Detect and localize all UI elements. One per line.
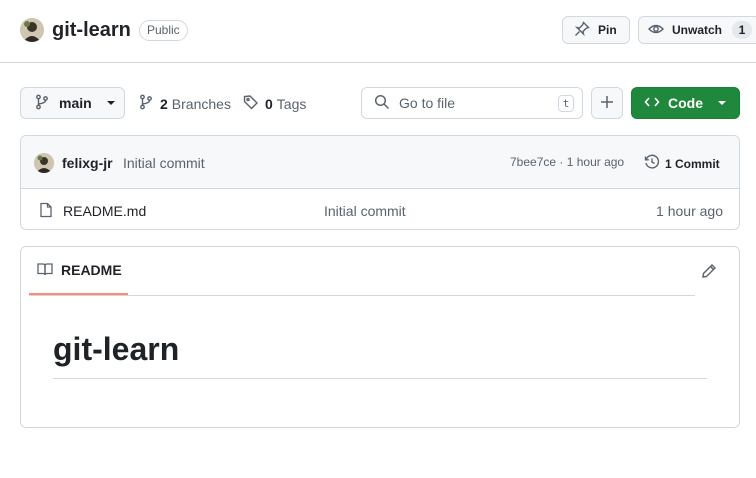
file-icon <box>38 202 54 221</box>
file-table: felixg-jr Initial commit 7bee7ce · 1 hou… <box>20 135 740 230</box>
add-file-button[interactable] <box>591 87 623 119</box>
commits-link[interactable]: 1 Commit <box>644 154 720 173</box>
chevron-down-icon <box>106 95 116 111</box>
watch-button[interactable]: Unwatch 1 <box>638 16 756 44</box>
keyboard-shortcut-hint: t <box>558 95 574 112</box>
watch-count: 1 <box>732 21 753 39</box>
tags-count: 0 <box>265 95 273 112</box>
heading-rule <box>53 378 707 379</box>
go-to-file-input[interactable]: Go to file t <box>361 87 583 119</box>
repo-header: git-learn Public Pin Unwatch 1 <box>0 0 756 63</box>
branches-link[interactable]: 2 Branches <box>138 94 231 113</box>
commit-message[interactable]: Initial commit <box>123 155 205 171</box>
readme-tab-label: README <box>61 262 122 278</box>
commit-author[interactable]: felixg-jr <box>62 155 113 171</box>
history-icon <box>644 154 660 173</box>
code-label: Code <box>668 95 703 111</box>
commit-count-label: 1 Commit <box>665 156 720 171</box>
file-name[interactable]: README.md <box>63 203 146 219</box>
tab-readme[interactable]: README <box>29 247 128 295</box>
code-icon <box>644 94 660 113</box>
tags-link[interactable]: 0 Tags <box>243 94 306 113</box>
latest-commit-bar: felixg-jr Initial commit 7bee7ce · 1 hou… <box>21 136 739 189</box>
watch-label: Unwatch <box>672 23 723 37</box>
branch-selector[interactable]: main <box>20 87 125 119</box>
search-placeholder: Go to file <box>399 95 456 111</box>
tags-label: Tags <box>276 95 307 112</box>
divider <box>29 295 695 296</box>
commit-hash-time[interactable]: 7bee7ce · 1 hour ago <box>510 155 624 169</box>
search-icon <box>374 94 390 113</box>
readme-heading: git-learn <box>53 331 180 367</box>
eye-icon <box>648 21 664 40</box>
tag-icon <box>243 94 259 113</box>
chevron-down-icon <box>717 95 727 111</box>
table-row[interactable]: README.md Initial commit 1 hour ago <box>21 189 739 229</box>
plus-icon <box>599 94 615 113</box>
repo-name[interactable]: git-learn <box>52 17 131 43</box>
branches-label: Branches <box>171 95 231 112</box>
book-icon <box>37 261 53 280</box>
branch-name: main <box>59 95 92 111</box>
readme-panel: README git-learn <box>20 246 740 428</box>
branches-count: 2 <box>160 95 168 112</box>
edit-readme-button[interactable] <box>701 263 717 279</box>
pin-icon <box>574 20 590 40</box>
git-branch-icon <box>138 94 154 113</box>
file-commit-message[interactable]: Initial commit <box>324 203 406 219</box>
visibility-badge: Public <box>139 20 188 41</box>
pencil-icon <box>701 264 717 282</box>
git-branch-icon <box>34 94 50 113</box>
pin-label: Pin <box>598 23 617 37</box>
owner-avatar[interactable] <box>20 18 44 42</box>
code-button[interactable]: Code <box>631 87 740 119</box>
pin-button[interactable]: Pin <box>562 16 630 44</box>
author-avatar[interactable] <box>34 153 54 173</box>
file-commit-time: 1 hour ago <box>656 203 723 219</box>
